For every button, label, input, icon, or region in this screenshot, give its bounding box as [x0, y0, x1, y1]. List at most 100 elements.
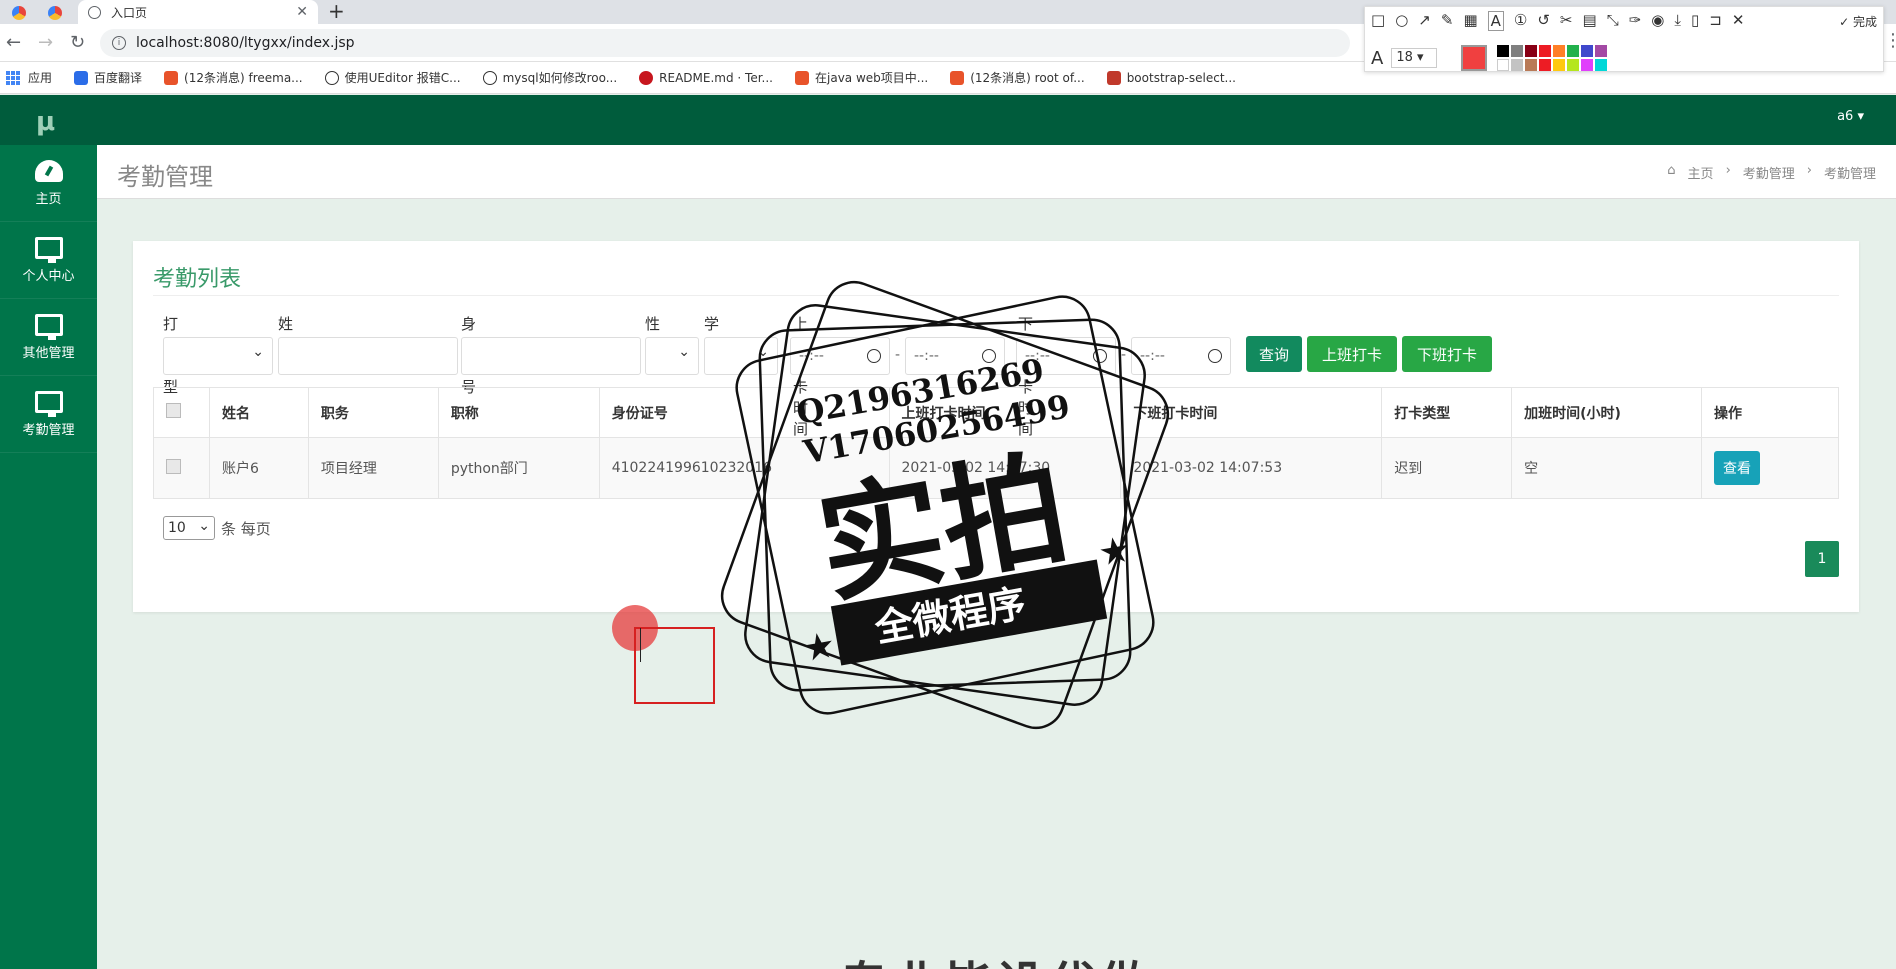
color-swatch[interactable]: [1553, 45, 1566, 57]
sidebar-item-other[interactable]: 其他管理: [0, 299, 97, 376]
new-tab-button[interactable]: +: [328, 0, 345, 22]
bookmark-item[interactable]: bootstrap-select...: [1106, 70, 1236, 85]
page-size-suffix: 条 每页: [221, 519, 271, 538]
color-swatch[interactable]: [1595, 59, 1608, 71]
name-input[interactable]: [278, 337, 458, 375]
color-swatch[interactable]: [1497, 59, 1510, 71]
record-icon[interactable]: ◉: [1651, 11, 1664, 31]
id-number-input[interactable]: [461, 337, 641, 375]
bookmark-icon[interactable]: ⊐: [1709, 11, 1722, 31]
current-color-swatch[interactable]: [1461, 45, 1488, 71]
color-swatch[interactable]: [1567, 59, 1580, 71]
pinned-tab[interactable]: [40, 2, 70, 24]
save-icon[interactable]: ⤓: [1674, 11, 1681, 31]
site-icon: [482, 70, 497, 85]
breadcrumb-item[interactable]: 考勤管理: [1743, 163, 1795, 182]
number-icon[interactable]: ①: [1514, 11, 1527, 31]
url-input[interactable]: i localhost:8080/ltygxx/index.jsp: [100, 29, 1350, 57]
mosaic-icon[interactable]: ▦: [1463, 11, 1477, 31]
breadcrumb-item[interactable]: 主页: [1688, 163, 1714, 182]
select-all-checkbox[interactable]: [166, 403, 181, 418]
scale-icon[interactable]: ⤡: [1607, 11, 1619, 31]
cell-title: python部门: [437, 437, 600, 499]
ellipse-icon[interactable]: ○: [1395, 11, 1408, 31]
pin-icon[interactable]: ✑: [1629, 11, 1642, 31]
tab-close-icon[interactable]: ✕: [296, 4, 308, 20]
column-header[interactable]: 职务: [307, 387, 439, 438]
sidebar-item-label: 主页: [35, 191, 62, 207]
color-swatch[interactable]: [1595, 45, 1608, 57]
row-checkbox[interactable]: [166, 458, 181, 474]
gender-select[interactable]: [645, 337, 699, 375]
dashboard-icon: [34, 159, 63, 182]
font-size-value: 18: [1396, 50, 1413, 65]
bookmark-label: 百度翻译: [94, 71, 143, 85]
close-icon[interactable]: ✕: [1732, 11, 1745, 31]
stamp-watermark: Q2196316269 V17060256499 实拍 全微程序 ★ ★: [720, 280, 1170, 730]
color-swatch[interactable]: [1553, 59, 1566, 71]
view-button[interactable]: 查看: [1714, 451, 1761, 485]
bookmark-apps[interactable]: 应用: [6, 69, 52, 86]
color-swatch[interactable]: [1567, 45, 1580, 57]
copy-icon[interactable]: ▯: [1691, 11, 1699, 31]
sidebar-item-home[interactable]: 主页: [0, 145, 97, 222]
bookmark-label: 在java web项目中...: [815, 71, 929, 85]
color-swatch[interactable]: [1539, 59, 1552, 71]
forward-icon[interactable]: →: [38, 32, 53, 53]
row-select-cell: [153, 437, 210, 499]
sidebar-item-attendance[interactable]: 考勤管理: [0, 376, 97, 453]
shot-tool-icons: □ ○ ↗ ✎ ▦ A ① ↺ ✂ ▤ ⤡ ✑ ◉ ⤓ ▯ ⊐ ✕: [1371, 11, 1744, 31]
query-button[interactable]: 查询: [1246, 336, 1302, 372]
text-icon[interactable]: A: [1487, 11, 1504, 31]
column-header[interactable]: 姓名: [208, 387, 309, 438]
color-swatch[interactable]: [1581, 59, 1594, 71]
punch-in-button[interactable]: 上班打卡: [1307, 336, 1397, 372]
color-swatch[interactable]: [1511, 59, 1524, 71]
undo-icon[interactable]: ↺: [1537, 11, 1550, 31]
font-size-select[interactable]: 18 ▾: [1391, 48, 1438, 68]
punch-type-select[interactable]: [163, 337, 273, 375]
user-menu[interactable]: a6 ▾: [1837, 109, 1864, 124]
breadcrumb: ⌂ 主页 › 考勤管理 › 考勤管理: [1667, 163, 1876, 182]
column-header[interactable]: 加班时间(小时): [1511, 387, 1703, 438]
pinned-tab[interactable]: [4, 2, 34, 24]
csdn-icon: [795, 70, 809, 85]
page-title: 考勤管理: [117, 163, 213, 191]
back-icon[interactable]: ←: [6, 32, 21, 53]
page-size-select[interactable]: 10: [163, 515, 215, 540]
breadcrumb-item: 考勤管理: [1823, 167, 1876, 182]
ocr-icon[interactable]: ▤: [1583, 11, 1597, 31]
page-titlebar: 考勤管理 ⌂ 主页 › 考勤管理 › 考勤管理: [97, 145, 1896, 199]
info-icon[interactable]: i: [112, 36, 126, 50]
punch-out-button[interactable]: 下班打卡: [1402, 336, 1492, 372]
pen-icon[interactable]: ✎: [1441, 11, 1454, 31]
done-button[interactable]: ✓ 完成: [1839, 13, 1877, 30]
bookmark-item[interactable]: (12条消息) root of...: [950, 69, 1085, 86]
bookmark-item[interactable]: mysql如何修改roo...: [482, 69, 617, 86]
arrow-icon[interactable]: ↗: [1418, 11, 1431, 31]
bookmark-item[interactable]: 在java web项目中...: [795, 69, 928, 86]
bookmark-item[interactable]: 使用UEditor 报错C...: [324, 69, 461, 86]
color-swatch[interactable]: [1511, 45, 1524, 57]
menu-icon[interactable]: ⋮: [1884, 30, 1896, 51]
bookmark-label: (12条消息) root of...: [970, 71, 1085, 85]
color-swatch[interactable]: [1525, 45, 1538, 57]
column-header[interactable]: 职称: [437, 387, 600, 438]
rect-icon[interactable]: □: [1371, 11, 1385, 31]
color-swatch[interactable]: [1539, 45, 1552, 57]
cut-icon[interactable]: ✂: [1560, 11, 1573, 31]
sidebar-item-personal[interactable]: 个人中心: [0, 222, 97, 299]
reload-icon[interactable]: ↻: [70, 32, 85, 53]
bookmark-item[interactable]: 百度翻译: [74, 69, 142, 86]
page-button-current[interactable]: 1: [1805, 541, 1839, 577]
bookmark-item[interactable]: README.md · Ter...: [639, 70, 773, 85]
shot-tool-options: A 18 ▾: [1371, 45, 1608, 71]
clock-icon[interactable]: [1208, 349, 1222, 363]
column-header[interactable]: 打卡类型: [1381, 387, 1513, 438]
color-swatch[interactable]: [1581, 45, 1594, 57]
color-swatch[interactable]: [1525, 59, 1538, 71]
bookmark-item[interactable]: (12条消息) freema...: [164, 69, 303, 86]
app-logo[interactable]: μ: [36, 107, 55, 137]
color-swatch[interactable]: [1497, 45, 1510, 57]
active-tab[interactable]: 入口页 ✕: [78, 0, 318, 24]
